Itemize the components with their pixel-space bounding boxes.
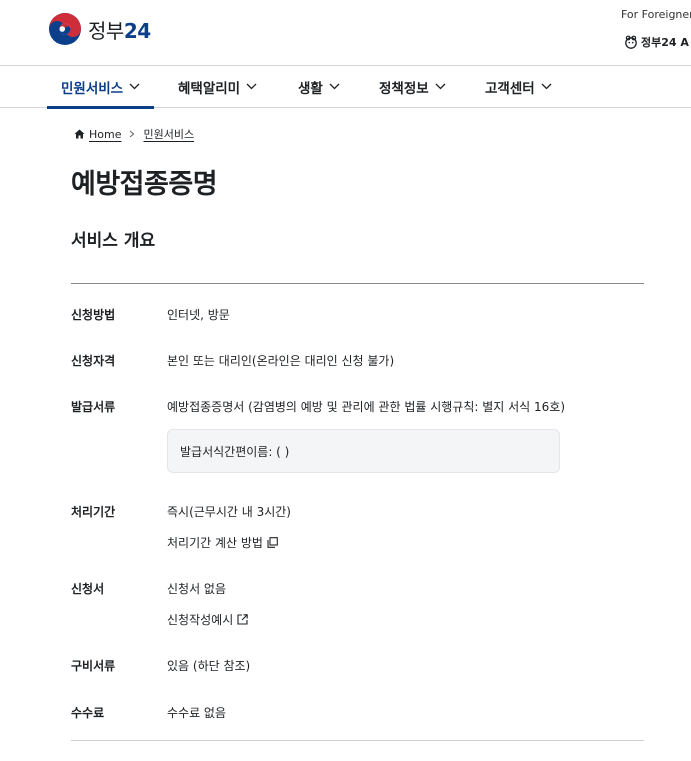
nav-item-label: 혜택알리미 — [178, 80, 241, 97]
document-note-text: 발급서식간편이름: ( ) — [180, 444, 290, 459]
chevron-down-icon — [541, 83, 552, 90]
period-calculation-label: 처리기간 계산 방법 — [167, 536, 263, 550]
app-mascot-icon — [625, 35, 637, 49]
row-label-required-docs: 구비서류 — [71, 659, 116, 673]
breadcrumb-home[interactable]: Home — [74, 128, 121, 141]
nav-item-life[interactable]: 생활 — [298, 66, 340, 107]
row-label-method: 신청방법 — [71, 308, 116, 322]
nav-item-label: 고객센터 — [485, 80, 535, 97]
row-value-period: 즉시(근무시간 내 3시간) — [167, 505, 291, 519]
row-value-required-docs: 있음 (하단 참조) — [167, 659, 251, 673]
gov24-logo[interactable]: 정부24 — [48, 12, 151, 46]
row-value-fee: 수수료 없음 — [167, 706, 227, 720]
section-divider — [71, 283, 644, 284]
row-label-eligibility: 신청자격 — [71, 354, 116, 368]
nav-item-policy-info[interactable]: 정책정보 — [379, 66, 446, 107]
breadcrumb-home-label: Home — [89, 127, 122, 141]
application-example-label: 신청작성예시 — [167, 613, 234, 627]
row-label-document: 발급서류 — [71, 400, 116, 414]
row-value-eligibility: 본인 또는 대리인(온라인은 대리인 신청 불가) — [167, 354, 395, 368]
row-value-application: 신청서 없음 — [167, 582, 227, 596]
nav-item-label: 정책정보 — [379, 80, 429, 97]
row-value-document: 예방접종증명서 (감염병의 예방 및 관리에 관한 법률 시행규칙: 별지 서식… — [167, 400, 566, 414]
row-label-application: 신청서 — [71, 582, 105, 596]
section-bottom-divider — [71, 740, 644, 741]
logo-number: 24 — [123, 18, 151, 43]
external-link-icon — [237, 614, 248, 625]
nav-item-customer-center[interactable]: 고객센터 — [485, 66, 552, 107]
copy-icon — [267, 537, 278, 548]
chevron-down-icon — [246, 83, 257, 90]
row-value-method: 인터넷, 방문 — [167, 308, 230, 322]
chevron-down-icon — [435, 83, 446, 90]
for-foreigners-link[interactable]: For Foreigners — [621, 8, 691, 21]
period-calculation-link[interactable]: 처리기간 계산 방법 — [167, 534, 278, 551]
chevron-down-icon — [329, 83, 340, 90]
breadcrumb-civil-service[interactable]: 민원서비스 — [143, 126, 194, 142]
row-label-fee: 수수료 — [71, 706, 105, 720]
section-title: 서비스 개요 — [71, 231, 156, 251]
nav-item-civil-service[interactable]: 민원서비스 — [46, 66, 155, 109]
logo-wordmark: 정부24 — [88, 15, 151, 44]
page-title: 예방접종증명 — [71, 169, 218, 200]
gov24-app-link[interactable]: 정부24 A — [624, 34, 689, 50]
main-navigation: 민원서비스 혜택알리미 생활 정책정보 고객센터 — [0, 66, 691, 109]
chevron-down-icon — [129, 83, 140, 90]
breadcrumb: Home 민원서비스 — [74, 126, 194, 142]
application-example-link[interactable]: 신청작성예시 — [167, 611, 248, 628]
logo-text: 정부 — [88, 18, 124, 43]
taegeuk-logo-icon — [49, 13, 81, 45]
nav-item-benefit-alert[interactable]: 혜택알리미 — [178, 66, 257, 107]
gov24-app-label: 정부24 A — [641, 36, 689, 49]
nav-item-label: 민원서비스 — [61, 80, 124, 97]
home-icon — [74, 129, 85, 139]
row-label-period: 처리기간 — [71, 505, 116, 519]
nav-item-label: 생활 — [298, 80, 323, 97]
top-header: 정부24 For Foreigners 정부24 A — [0, 0, 691, 66]
document-note-box: 발급서식간편이름: ( ) — [167, 429, 560, 473]
chevron-right-icon — [130, 130, 135, 138]
